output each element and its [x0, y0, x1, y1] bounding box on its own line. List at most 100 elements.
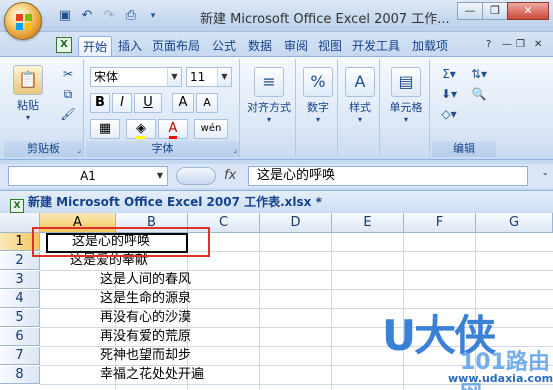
bold-button[interactable]: B [90, 93, 110, 113]
copy-icon[interactable]: ⧉ [58, 85, 78, 103]
workbook-icon: X [10, 199, 24, 213]
cells-group: ▤ 单元格 ▾ [382, 59, 430, 157]
title-bar: ▣ ↶ ↷ ⎙ ▾ 新建 Microsoft Office Excel 2007… [0, 0, 553, 40]
window-controls: — ❐ ✕ [457, 2, 549, 20]
styles-button[interactable]: A 样式 ▾ [342, 67, 378, 124]
highlight-annotation [32, 227, 210, 257]
insert-function-icon[interactable]: fx [224, 168, 236, 183]
redo-icon[interactable]: ↷ [100, 7, 118, 25]
expand-formula-icon[interactable]: ⌄ [541, 168, 549, 178]
underline-button[interactable]: U [134, 93, 162, 113]
chevron-down-icon[interactable]: ▼ [153, 167, 167, 185]
paste-icon: 📋 [13, 65, 43, 95]
phonetic-button[interactable]: wén [194, 119, 228, 139]
window-title: 新建 Microsoft Office Excel 2007 工作... [200, 12, 450, 27]
ribbon-tabs: X 开始 插入 页面布局 公式 数据 审阅 视图 开发工具 加载项 ? — ❐ … [0, 32, 553, 56]
percent-icon: % [303, 67, 333, 97]
office-button[interactable] [4, 2, 42, 40]
workbook-title: 新建 Microsoft Office Excel 2007 工作表.xlsx … [28, 195, 322, 209]
sort-filter-icon[interactable]: ⇅▾ [466, 65, 492, 83]
row-header-7[interactable]: 7 [0, 347, 40, 365]
borders-button[interactable]: ▦ [90, 119, 120, 139]
row-header-4[interactable]: 4 [0, 290, 40, 308]
font-label: 字体 [86, 141, 239, 157]
chevron-down-icon[interactable]: ▼ [167, 68, 181, 86]
clear-icon[interactable]: ◇▾ [434, 105, 464, 123]
fill-color-button[interactable]: ◈ [126, 119, 156, 139]
cells-icon: ▤ [391, 67, 421, 97]
clipboard-launcher-icon[interactable]: ⌟ [77, 145, 81, 154]
tab-review[interactable]: 审阅 [280, 36, 312, 56]
clipboard-group: 📋 粘贴 ▾ ✂ ⧉ 🖌 剪贴板 ⌟ [4, 59, 84, 157]
worksheet-grid[interactable]: A B C D E F G 1 2 3 4 5 6 7 8 这是心的呼唤 这是爱… [0, 213, 553, 390]
formula-input[interactable]: 这是心的呼唤 [248, 166, 528, 186]
border-icon: ▦ [98, 121, 112, 136]
restore-button[interactable]: ❐ [482, 2, 508, 20]
ribbon: 📋 粘贴 ▾ ✂ ⧉ 🖌 剪贴板 ⌟ 宋体 ▼ 11 ▼ B I U A A ▦… [0, 56, 553, 160]
row-header-5[interactable]: 5 [0, 309, 40, 327]
row-header-6[interactable]: 6 [0, 328, 40, 346]
ribbon-minimize-icon[interactable]: — [502, 39, 512, 50]
fill-icon[interactable]: ⬇▾ [434, 85, 464, 103]
column-header-f[interactable]: F [404, 213, 476, 233]
fill-color-icon: ◈ [136, 121, 146, 139]
find-icon[interactable]: 🔍 [466, 85, 492, 103]
shrink-font-button[interactable]: A [196, 93, 218, 113]
paste-dropdown-icon[interactable]: ▾ [8, 113, 48, 122]
cell-a3[interactable]: 这是人间的春风 [100, 271, 191, 289]
tab-data[interactable]: 数据 [244, 36, 276, 56]
row-header-8[interactable]: 8 [0, 366, 40, 384]
column-header-d[interactable]: D [260, 213, 332, 233]
tab-page-layout[interactable]: 页面布局 [148, 36, 204, 56]
tab-view[interactable]: 视图 [314, 36, 346, 56]
ribbon-close-icon[interactable]: ✕ [534, 39, 542, 50]
number-group: % 数字 ▾ [298, 59, 338, 157]
clipboard-label: 剪贴板 [4, 141, 83, 157]
undo-icon[interactable]: ↶ [78, 7, 96, 25]
font-group: 宋体 ▼ 11 ▼ B I U A A ▦ ◈ A wén 字体 ⌟ [86, 59, 240, 157]
editing-label: 编辑 [432, 141, 496, 157]
tab-formulas[interactable]: 公式 [208, 36, 240, 56]
italic-button[interactable]: I [112, 93, 132, 113]
row-header-3[interactable]: 3 [0, 271, 40, 289]
font-size-select[interactable]: 11 ▼ [186, 67, 232, 87]
customize-icon[interactable]: ▾ [144, 7, 162, 25]
workbook-title-bar: X 新建 Microsoft Office Excel 2007 工作表.xlsx… [0, 190, 553, 213]
column-header-g[interactable]: G [476, 213, 553, 233]
close-button[interactable]: ✕ [507, 2, 549, 20]
cell-a6[interactable]: 再没有爱的荒原 [100, 328, 191, 346]
font-name-select[interactable]: 宋体 ▼ [90, 67, 182, 87]
format-painter-icon[interactable]: 🖌 [58, 105, 78, 123]
styles-group: A 样式 ▾ [340, 59, 380, 157]
paste-button[interactable]: 📋 粘贴 ▾ [8, 65, 48, 122]
office-logo-icon [16, 14, 32, 30]
autosum-button[interactable]: Σ▾ [434, 65, 464, 83]
alignment-button[interactable]: ≡ 对齐方式 ▾ [244, 67, 294, 124]
number-button[interactable]: % 数字 ▾ [300, 67, 336, 124]
formula-bar: A1 ▼ fx 这是心的呼唤 ⌄ [0, 164, 553, 188]
cells-button[interactable]: ▤ 单元格 ▾ [384, 67, 428, 124]
cell-a7[interactable]: 死神也望而却步 [100, 347, 191, 365]
name-box[interactable]: A1 ▼ [8, 166, 168, 186]
ribbon-restore-icon[interactable]: ❐ [516, 39, 525, 50]
tab-insert[interactable]: 插入 [114, 36, 146, 56]
cut-icon[interactable]: ✂ [58, 65, 78, 83]
help-icon[interactable]: ? [486, 39, 491, 50]
cell-a5[interactable]: 再没有心的沙漠 [100, 309, 191, 327]
print-preview-icon[interactable]: ⎙ [122, 7, 140, 25]
cell-a8[interactable]: 幸福之花处处开遍 [100, 366, 204, 384]
tab-addins[interactable]: 加载项 [408, 36, 452, 56]
minimize-button[interactable]: — [457, 2, 483, 20]
chevron-down-icon[interactable]: ▼ [217, 68, 231, 86]
font-launcher-icon[interactable]: ⌟ [233, 145, 237, 154]
save-icon[interactable]: ▣ [56, 7, 74, 25]
grow-font-button[interactable]: A [172, 93, 194, 113]
formula-bar-handle[interactable] [176, 167, 216, 185]
quick-access-toolbar: ▣ ↶ ↷ ⎙ ▾ [56, 7, 162, 25]
alignment-group: ≡ 对齐方式 ▾ [242, 59, 296, 157]
font-color-button[interactable]: A [158, 119, 188, 139]
column-header-e[interactable]: E [332, 213, 404, 233]
tab-developer[interactable]: 开发工具 [348, 36, 404, 56]
cell-a4[interactable]: 这是生命的源泉 [100, 290, 191, 308]
tab-home[interactable]: 开始 [78, 36, 113, 56]
